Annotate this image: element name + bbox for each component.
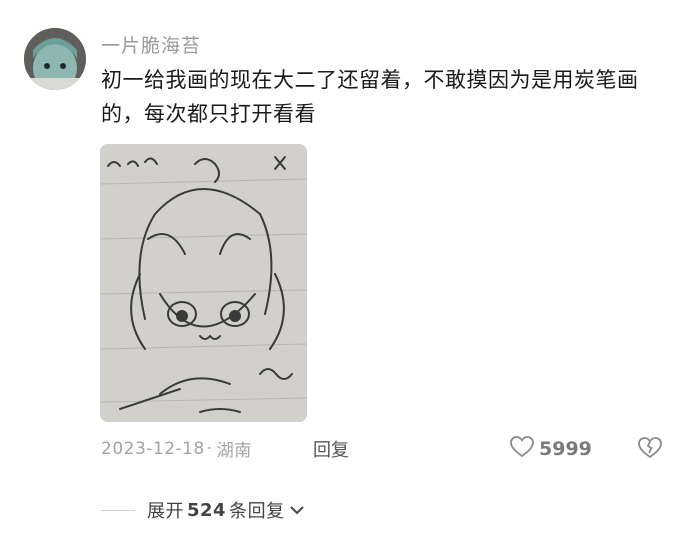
reply-button[interactable]: 回复: [313, 436, 349, 462]
like-button[interactable]: 5999: [510, 436, 592, 462]
like-count: 5999: [539, 438, 592, 460]
expand-prefix: 展开: [147, 501, 184, 522]
comment-date: 2023-12-18: [101, 438, 205, 459]
username[interactable]: 一片脆海苔: [101, 31, 201, 58]
comment-meta: 2023-12-18 · 湖南: [101, 436, 252, 462]
divider-line: [101, 509, 135, 511]
expand-replies-button[interactable]: 展开 524 条回复: [101, 497, 305, 523]
expand-suffix: 条回复: [229, 501, 285, 522]
avatar[interactable]: [24, 28, 86, 90]
broken-heart-icon: [638, 437, 662, 463]
heart-icon: [510, 436, 534, 462]
comment-image[interactable]: [100, 144, 307, 422]
chevron-down-icon: [289, 501, 305, 520]
comment-text: 初一给我画的现在大二了还留着，不敢摸因为是用炭笔画的，每次都只打开看看: [101, 68, 639, 126]
comment-location: 湖南: [216, 441, 252, 461]
reply-count: 524: [187, 499, 227, 521]
meta-separator: ·: [206, 438, 213, 459]
dislike-button[interactable]: [638, 437, 662, 463]
